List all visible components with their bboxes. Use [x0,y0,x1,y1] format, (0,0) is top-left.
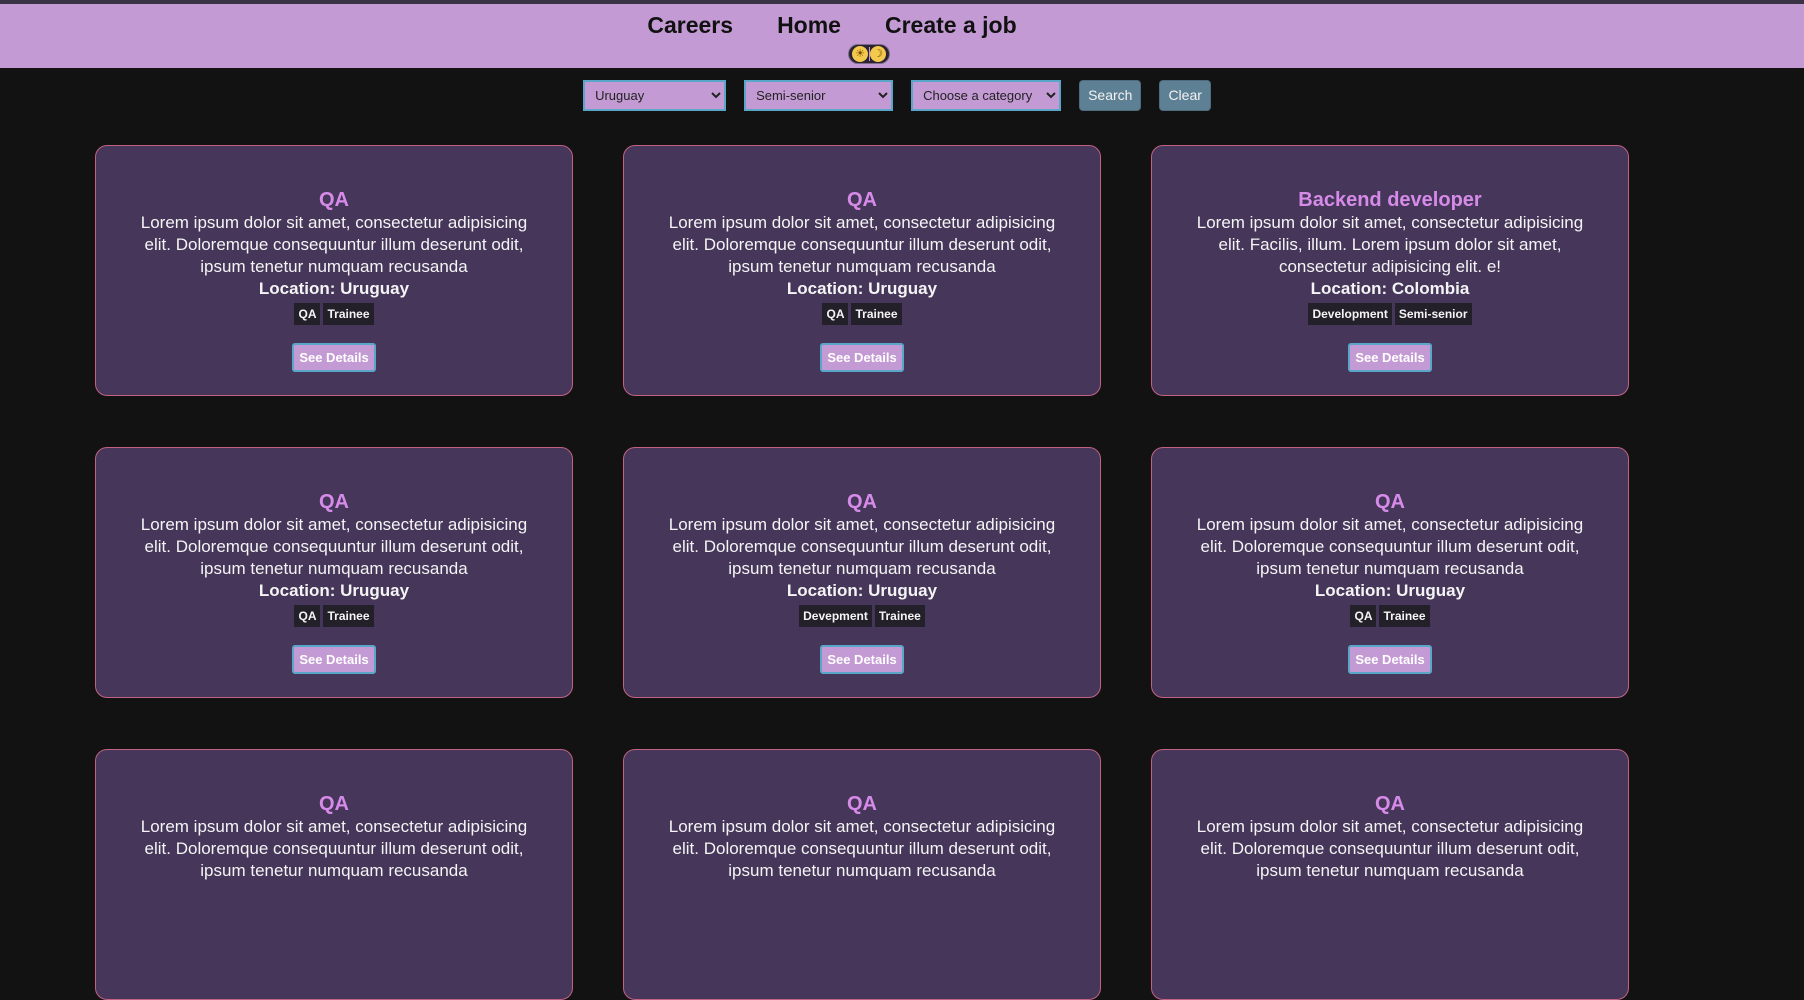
job-description: Lorem ipsum dolor sit amet, consectetur … [1196,213,1584,276]
job-card: QA Lorem ipsum dolor sit amet, consectetu… [1151,749,1629,1000]
job-card: QA Lorem ipsum dolor sit amet, consectetu… [1151,447,1629,698]
job-grid: QA Lorem ipsum dolor sit amet, consectetu… [95,145,1629,1000]
job-tag: Semi-senior [1394,303,1472,325]
job-tag: Development [1308,303,1392,325]
job-description: Lorem ipsum dolor sit amet, consectetur … [140,213,528,276]
job-title: QA [847,793,877,815]
see-details-button[interactable]: See Details [1348,343,1432,372]
job-tags: QA Trainee [96,303,572,325]
job-title: QA [319,189,349,211]
job-tag: QA [1350,605,1377,627]
nav-link-careers[interactable]: Careers [647,12,733,39]
job-tag: Trainee [874,605,925,627]
see-details-button[interactable]: See Details [292,645,376,674]
search-button[interactable]: Search [1079,79,1142,111]
job-description: Lorem ipsum dolor sit amet, consectetur … [668,515,1056,578]
job-description: Lorem ipsum dolor sit amet, consectetur … [140,515,528,578]
job-location: Location: Uruguay [1314,581,1466,600]
job-title: QA [319,793,349,815]
job-card: QA Lorem ipsum dolor sit amet, consectetu… [623,749,1101,1000]
job-card: QA Lorem ipsum dolor sit amet, consectetu… [95,749,573,1000]
job-tag: QA [822,303,849,325]
nav-links: Careers Home Create a job [0,12,1804,39]
job-location: Location: Uruguay [786,581,938,600]
navbar: Careers Home Create a job ☀ ☽ [0,4,1804,68]
job-description: Lorem ipsum dolor sit amet, consectetur … [1196,515,1584,578]
job-description: Lorem ipsum dolor sit amet, consectetur … [140,817,528,880]
job-title: Backend developer [1298,189,1482,211]
moon-icon: ☽ [870,46,886,62]
job-location: Location: Colombia [1310,279,1470,298]
nav-link-create-job[interactable]: Create a job [885,12,1017,39]
job-title: QA [1375,491,1405,513]
job-card: QA Lorem ipsum dolor sit amet, consectetu… [95,145,573,396]
filter-bar: Uruguay Semi-senior Choose a category Se… [0,68,1804,122]
category-select[interactable]: Choose a category [911,79,1062,111]
level-select[interactable]: Semi-senior [744,79,894,111]
job-card: QA Lorem ipsum dolor sit amet, consectetu… [623,447,1101,698]
job-card: Backend developer Lorem ipsum dolor sit a… [1151,145,1629,396]
job-card: QA Lorem ipsum dolor sit amet, consectetu… [623,145,1101,396]
see-details-button[interactable]: See Details [292,343,376,372]
theme-toggle[interactable]: ☀ ☽ [848,44,890,64]
job-location: Location: Uruguay [258,279,410,298]
job-tag: Trainee [1379,605,1430,627]
job-tags: QA Trainee [96,605,572,627]
job-description: Lorem ipsum dolor sit amet, consectetur … [1196,817,1584,880]
see-details-button[interactable]: See Details [1348,645,1432,674]
job-tags: QA Trainee [1152,605,1628,627]
see-details-button[interactable]: See Details [820,343,904,372]
job-description: Lorem ipsum dolor sit amet, consectetur … [668,817,1056,880]
job-tags: Development Semi-senior [1152,303,1628,325]
nav-link-home[interactable]: Home [777,12,841,39]
job-description: Lorem ipsum dolor sit amet, consectetur … [668,213,1056,276]
job-tag: QA [294,605,321,627]
job-tag: Trainee [323,605,374,627]
clear-button[interactable]: Clear [1159,79,1211,111]
job-tag: QA [294,303,321,325]
country-select[interactable]: Uruguay [583,79,727,111]
sun-icon: ☀ [852,46,868,62]
job-tag: Trainee [851,303,902,325]
job-title: QA [319,491,349,513]
job-tag: Devepment [799,605,872,627]
job-title: QA [1375,793,1405,815]
job-tags: QA Trainee [624,303,1100,325]
job-location: Location: Uruguay [258,581,410,600]
job-title: QA [847,189,877,211]
job-title: QA [847,491,877,513]
job-tag: Trainee [323,303,374,325]
see-details-button[interactable]: See Details [820,645,904,674]
job-tags: Devepment Trainee [624,605,1100,627]
job-card: QA Lorem ipsum dolor sit amet, consectetu… [95,447,573,698]
job-location: Location: Uruguay [786,279,938,298]
